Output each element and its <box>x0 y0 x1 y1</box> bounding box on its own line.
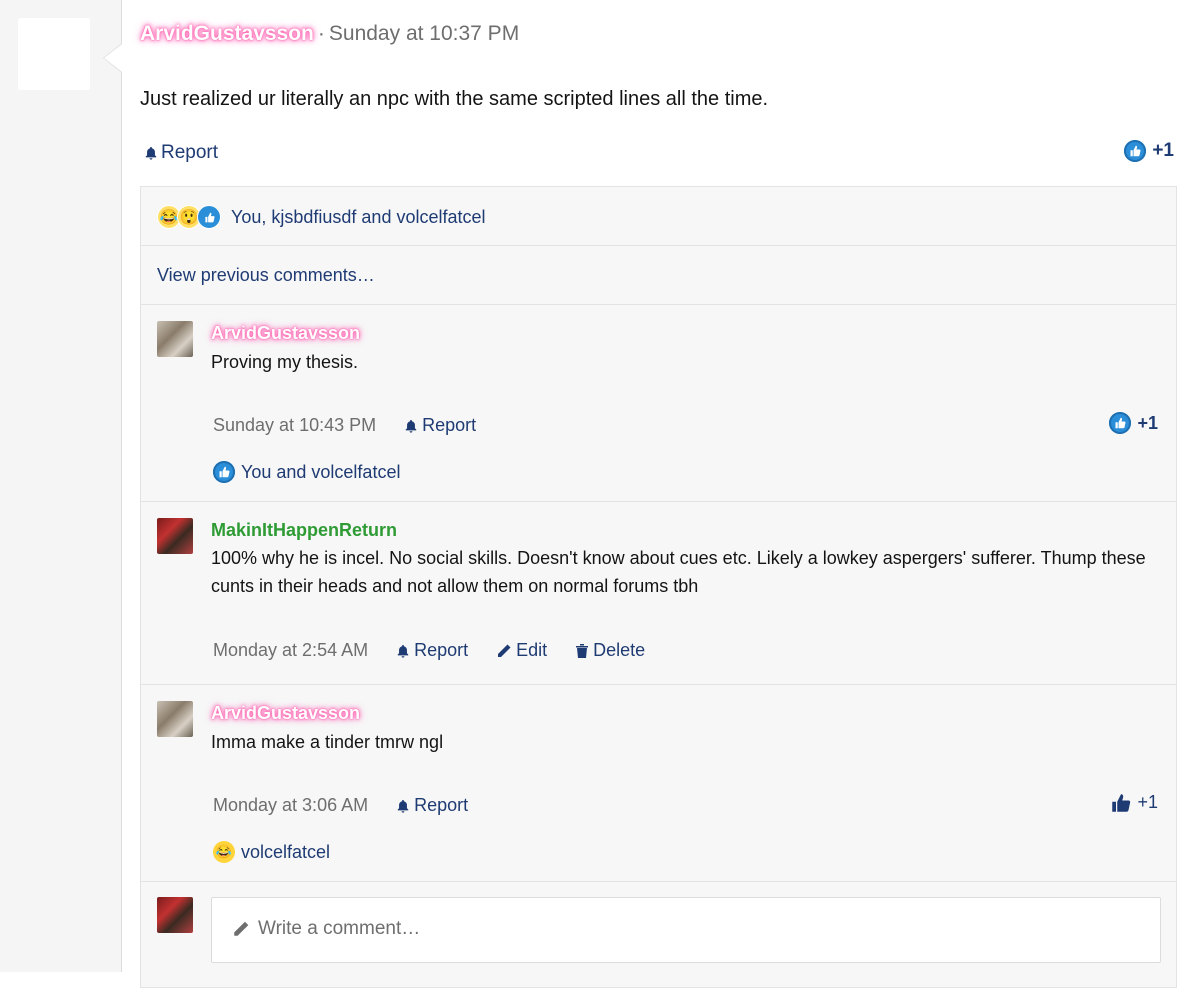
comment-avatar[interactable] <box>157 518 193 554</box>
comment-like-button[interactable]: +1 <box>1111 792 1158 813</box>
comment-author[interactable]: ArvidGustavsson <box>211 323 360 344</box>
comment-avatar[interactable] <box>157 701 193 737</box>
pencil-icon <box>498 644 511 657</box>
pencil-icon <box>234 921 249 936</box>
comment-time[interactable]: Sunday at 10:43 PM <box>213 415 376 436</box>
comments-section: 😂 😲 You, kjsbdfiusdf and volcelfatcel Vi… <box>140 186 1177 988</box>
thumbs-up-icon <box>1112 793 1131 812</box>
comment-edit-label: Edit <box>516 640 548 660</box>
view-previous-link[interactable]: View previous comments… <box>157 265 375 286</box>
comment-report-label: Report <box>414 795 469 815</box>
like-emoji-icon <box>197 205 221 229</box>
post-author-name[interactable]: ArvidGustavsson <box>140 22 314 45</box>
comment-report-label: Report <box>422 415 477 435</box>
comment-likes-text[interactable]: You and volcelfatcel <box>241 462 400 483</box>
comment-react-count: +1 <box>1137 792 1158 812</box>
bell-icon <box>397 799 409 813</box>
comment-likes-text[interactable]: volcelfatcel <box>241 842 330 863</box>
post-header-separator: · <box>317 22 325 45</box>
comment-text: 100% why he is incel. No social skills. … <box>211 548 1146 596</box>
comment-report-button[interactable]: Report <box>404 415 476 436</box>
comment-author[interactable]: MakinItHappenReturn <box>211 520 397 541</box>
comment-author[interactable]: ArvidGustavsson <box>211 703 360 724</box>
comment-likes[interactable]: 😂 volcelfatcel <box>213 841 330 863</box>
comment-item: ArvidGustavsson Proving my thesis. Sunda… <box>141 305 1176 502</box>
comment-text: Imma make a tinder tmrw ngl <box>211 732 444 752</box>
comment-time[interactable]: Monday at 2:54 AM <box>213 640 368 661</box>
comment-report-button[interactable]: Report <box>396 795 468 816</box>
like-icon <box>213 461 235 483</box>
comment-input-placeholder: Write a comment… <box>232 918 420 940</box>
post-header: ArvidGustavsson · Sunday at 10:37 PM <box>140 22 519 46</box>
post-author-avatar[interactable] <box>18 18 90 90</box>
trash-icon <box>576 643 589 658</box>
comment-likes[interactable]: You and volcelfatcel <box>213 461 400 483</box>
reaction-emoji-stack: 😂 😲 <box>157 205 221 229</box>
comment-meta: Monday at 3:06 AM Report <box>213 795 468 816</box>
comment-text: Proving my thesis. <box>211 352 359 372</box>
view-previous-comments[interactable]: View previous comments… <box>141 246 1176 305</box>
like-icon <box>1124 140 1147 162</box>
comment-edit-button[interactable]: Edit <box>496 640 547 661</box>
comment-time[interactable]: Monday at 3:06 AM <box>213 795 368 816</box>
comment-item: MakinItHappenReturn 100% why he is incel… <box>141 502 1176 685</box>
bell-icon <box>397 644 409 658</box>
crying-laughing-emoji-icon: 😂 <box>213 841 235 863</box>
comment-meta: Monday at 2:54 AM Report Edit Delete <box>213 640 645 661</box>
composer-avatar <box>157 897 193 933</box>
post-react-count: +1 <box>1152 140 1174 161</box>
post-sidebar <box>0 0 122 972</box>
like-icon <box>1109 412 1132 434</box>
comment-like-button[interactable]: +1 <box>1109 412 1158 434</box>
reactions-summary-text[interactable]: You, kjsbdfiusdf and volcelfatcel <box>231 207 486 228</box>
comment-report-label: Report <box>414 640 469 660</box>
speech-arrow <box>104 44 122 72</box>
post-time[interactable]: Sunday at 10:37 PM <box>329 22 519 45</box>
comment-item: ArvidGustavsson Imma make a tinder tmrw … <box>141 685 1176 882</box>
post-report-label: Report <box>161 142 219 163</box>
comment-react-count: +1 <box>1137 412 1158 433</box>
bell-icon <box>405 419 417 433</box>
bell-icon <box>145 146 157 160</box>
comment-meta: Sunday at 10:43 PM Report <box>213 415 476 436</box>
reactions-summary[interactable]: 😂 😲 You, kjsbdfiusdf and volcelfatcel <box>141 187 1176 246</box>
comment-report-button[interactable]: Report <box>396 640 468 661</box>
comment-placeholder-text: Write a comment… <box>258 918 421 939</box>
comment-input[interactable]: Write a comment… <box>211 897 1161 963</box>
post-body: Just realized ur literally an npc with t… <box>140 88 769 110</box>
post-like-button[interactable]: +1 <box>1124 140 1174 162</box>
comment-delete-button[interactable]: Delete <box>575 640 645 661</box>
comment-delete-label: Delete <box>593 640 646 660</box>
post-report-button[interactable]: Report <box>144 142 218 164</box>
comment-avatar[interactable] <box>157 321 193 357</box>
